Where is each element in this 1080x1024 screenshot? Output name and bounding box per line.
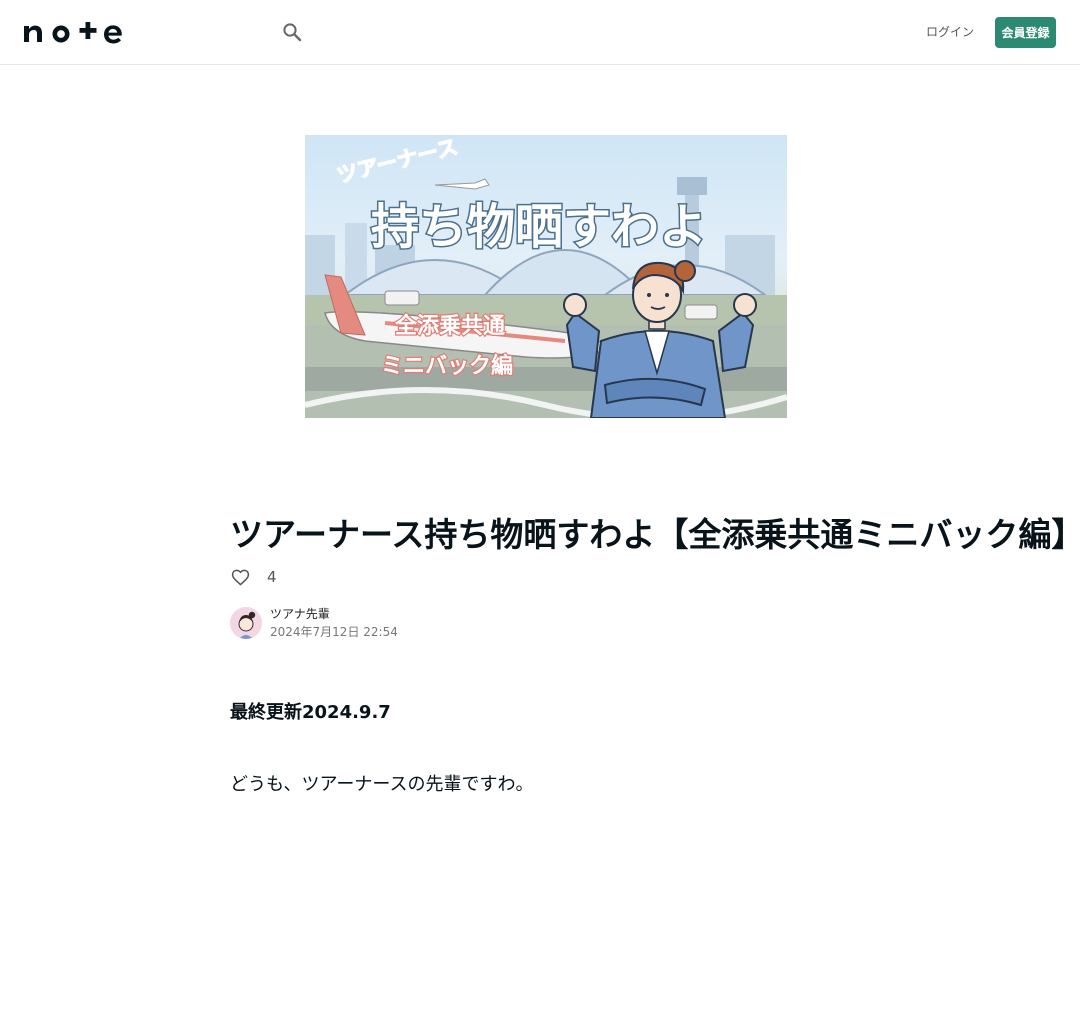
note-logo[interactable] (24, 20, 124, 44)
like-button[interactable] (230, 567, 250, 587)
like-count[interactable]: 4 (267, 568, 277, 586)
signup-button[interactable]: 会員登録 (995, 17, 1056, 48)
like-section: 4 (230, 565, 277, 589)
author-name[interactable]: ツアナ先輩 (270, 605, 398, 623)
body-paragraph: どうも、ツアーナースの先輩ですわ。 (230, 774, 534, 795)
eyecatch-illustration: ツアーナース 持ち物晒すわよ 全添乗共通 ミニバック編 (305, 135, 787, 418)
author-section: ツアナ先輩 2024年7月12日 22:54 (230, 606, 398, 640)
site-header: ログイン 会員登録 (0, 0, 1080, 65)
eyecatch-image: ツアーナース 持ち物晒すわよ 全添乗共通 ミニバック編 (305, 135, 787, 418)
search-button[interactable] (278, 18, 306, 46)
login-link[interactable]: ログイン (926, 22, 974, 42)
heart-icon (231, 569, 249, 586)
author-avatar[interactable] (230, 607, 262, 639)
search-icon (283, 23, 302, 42)
hero-sub-text-1: 全添乗共通 (394, 313, 505, 339)
hero-top-text: ツアーナース (334, 135, 460, 188)
hero-sub-text-2: ミニバック編 (381, 353, 513, 379)
hero-main-text: 持ち物晒すわよ (371, 199, 707, 255)
article-title: ツアーナース持ち物晒すわよ【全添乗共通ミニバック編】 (230, 515, 1080, 554)
body-heading: 最終更新2024.9.7 (230, 702, 391, 723)
post-date: 2024年7月12日 22:54 (270, 625, 398, 639)
